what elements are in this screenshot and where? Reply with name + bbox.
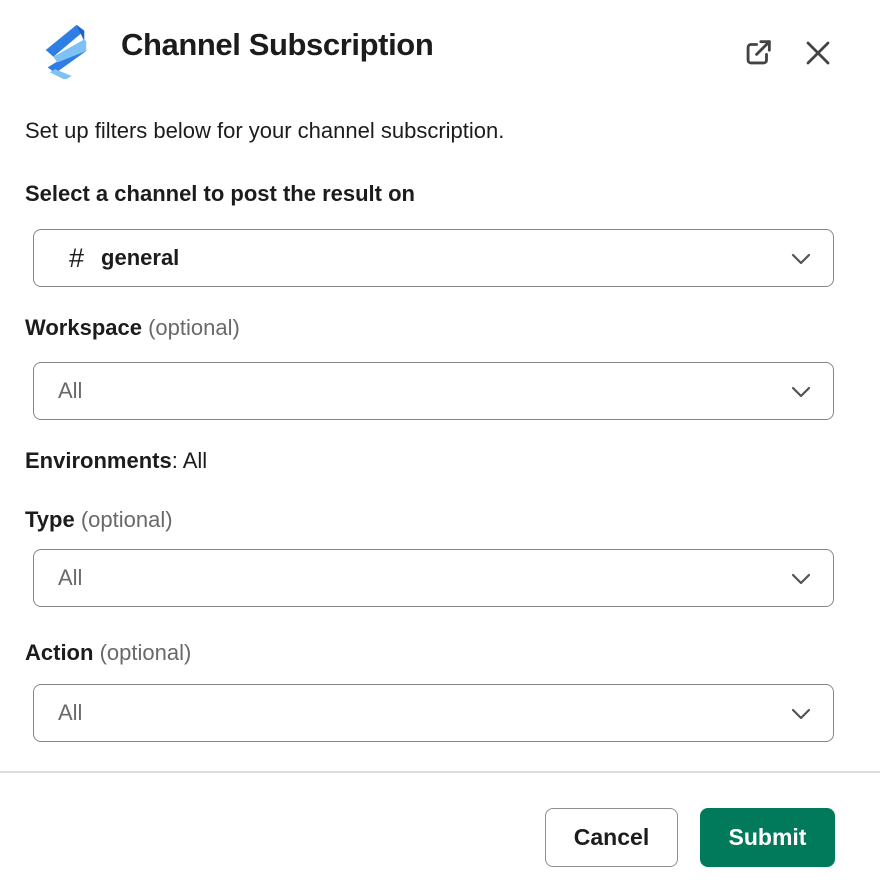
modal-title: Channel Subscription [121,27,433,63]
open-external-icon[interactable] [738,33,778,73]
chevron-down-icon [791,385,811,403]
type-select-value: All [58,565,82,591]
workspace-field-label: Workspace (optional) [25,315,240,341]
workspace-select-value: All [58,378,82,404]
cancel-button[interactable]: Cancel [545,808,678,867]
submit-button[interactable]: Submit [700,808,835,867]
action-field-label: Action (optional) [25,640,191,666]
chevron-down-icon [791,707,811,725]
hash-icon: # [69,243,84,274]
environments-summary: Environments: All [25,448,207,474]
type-select[interactable]: All [33,549,834,607]
chevron-down-icon [791,572,811,590]
channel-select-value: general [101,245,179,271]
optional-hint: (optional) [81,507,173,532]
optional-hint: (optional) [100,640,192,665]
footer-divider [0,771,880,773]
action-select[interactable]: All [33,684,834,742]
app-logo-icon [38,21,92,79]
type-field-label: Type (optional) [25,507,173,533]
workspace-select[interactable]: All [33,362,834,420]
intro-text: Set up filters below for your channel su… [25,118,504,144]
channel-field-label: Select a channel to post the result on [25,181,415,207]
close-icon[interactable] [798,33,838,73]
channel-select[interactable]: # general [33,229,834,287]
chevron-down-icon [791,252,811,270]
channel-subscription-modal: Channel Subscription Set up filters belo… [0,0,880,892]
action-select-value: All [58,700,82,726]
optional-hint: (optional) [148,315,240,340]
